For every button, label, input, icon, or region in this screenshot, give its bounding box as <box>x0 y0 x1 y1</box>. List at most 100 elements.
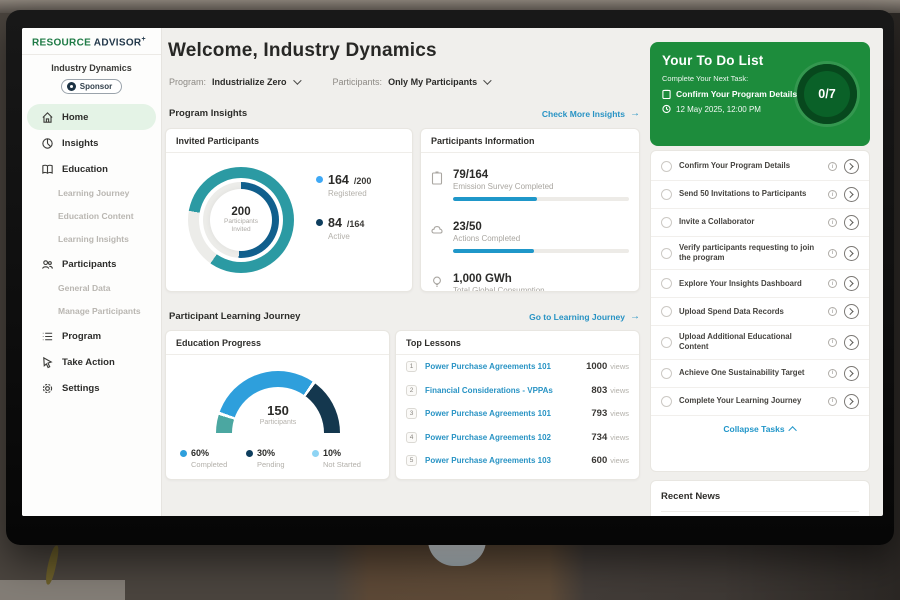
page-title: Welcome, Industry Dynamics <box>168 40 437 62</box>
clipboard-icon <box>431 171 443 185</box>
education-progress-card: Education Progress 150 Participants 60% … <box>165 330 390 480</box>
info-icon[interactable] <box>828 307 837 316</box>
task-checkbox[interactable] <box>661 396 672 407</box>
task-row[interactable]: Achieve One Sustainability Target <box>651 360 869 388</box>
active-ring: 200 Participants Invited <box>203 182 279 258</box>
actions-row: 23/50 Actions Completed <box>431 221 629 253</box>
legend-not-started: 10% Not Started <box>312 448 378 469</box>
program-filter[interactable]: Program: Industrialize Zero <box>169 77 299 87</box>
sidebar-item-education-content[interactable]: Education Content <box>22 205 161 228</box>
lesson-row: 2 Financial Considerations - VPPAs 803 v… <box>396 379 639 403</box>
lesson-link[interactable]: Power Purchase Agreements 101 <box>425 409 591 418</box>
chevron-right-icon[interactable] <box>844 394 859 409</box>
app-logo[interactable]: RESOURCE ADVISOR+ <box>22 28 161 55</box>
sponsor-badge: Sponsor <box>61 79 122 94</box>
legend-pending: 30% Pending <box>246 448 312 469</box>
survey-progress-bar <box>453 197 629 201</box>
chevron-right-icon[interactable] <box>844 304 859 319</box>
sidebar-item-learning-insights[interactable]: Learning Insights <box>22 228 161 251</box>
active-dot <box>316 219 323 226</box>
task-row[interactable]: Upload Spend Data Records <box>651 298 869 326</box>
sidebar-item-home[interactable]: Home <box>27 104 156 130</box>
consumption-row: 1,000 GWh Total Global Consumption <box>431 273 629 292</box>
chevron-right-icon[interactable] <box>844 215 859 230</box>
task-checkbox[interactable] <box>661 161 672 172</box>
card-title: Invited Participants <box>166 129 412 153</box>
info-icon[interactable] <box>828 279 837 288</box>
lesson-link[interactable]: Power Purchase Agreements 103 <box>425 456 591 465</box>
sidebar-item-manage-participants[interactable]: Manage Participants <box>22 300 161 323</box>
info-icon[interactable] <box>828 338 837 347</box>
cloud-icon <box>431 223 443 237</box>
chevron-right-icon[interactable] <box>844 246 859 261</box>
sidebar-item-take-action[interactable]: Take Action <box>27 349 156 375</box>
lesson-link[interactable]: Power Purchase Agreements 102 <box>425 433 591 442</box>
bulb-icon <box>431 275 443 289</box>
participants-filter[interactable]: Participants: Only My Participants <box>333 77 490 87</box>
invited-donut-chart: 200 Participants Invited <box>188 167 294 273</box>
chevron-right-icon[interactable] <box>844 276 859 291</box>
lesson-row: 3 Power Purchase Agreements 101 793 view… <box>396 402 639 426</box>
divider <box>661 511 859 512</box>
info-icon[interactable] <box>828 218 837 227</box>
check-more-insights-link[interactable]: Check More Insights <box>542 108 640 119</box>
task-checkbox[interactable] <box>661 306 672 317</box>
lesson-link[interactable]: Financial Considerations - VPPAs <box>425 386 591 395</box>
chevron-right-icon[interactable] <box>844 187 859 202</box>
sidebar-item-education[interactable]: Education <box>27 156 156 182</box>
insights-icon <box>41 137 54 150</box>
info-icon[interactable] <box>828 190 837 199</box>
not-started-dot <box>312 450 319 457</box>
program-insights-header: Program Insights Check More Insights <box>169 108 640 119</box>
legend-active: 84 /164 Active <box>316 216 371 241</box>
collapse-tasks-link[interactable]: Collapse Tasks <box>651 416 869 442</box>
gauge-legend: 60% Completed 30% Pending 10% Not Starte… <box>180 448 378 469</box>
task-checkbox[interactable] <box>661 337 672 348</box>
task-row[interactable]: Complete Your Learning Journey <box>651 388 869 416</box>
sidebar-item-program[interactable]: Program <box>27 323 156 349</box>
task-checkbox[interactable] <box>661 248 672 259</box>
invited-participants-card: Invited Participants 200 Participants In… <box>165 128 413 292</box>
task-checkbox[interactable] <box>661 278 672 289</box>
monitor-bezel: RESOURCE ADVISOR+ Industry Dynamics Spon… <box>6 10 894 545</box>
sidebar-item-insights[interactable]: Insights <box>27 130 156 156</box>
info-icon[interactable] <box>828 249 837 258</box>
task-row[interactable]: Explore Your Insights Dashboard <box>651 270 869 298</box>
task-row[interactable]: Upload Additional Educational Content <box>651 326 869 359</box>
task-checkbox[interactable] <box>661 189 672 200</box>
sidebar-item-settings[interactable]: Settings <box>27 375 156 401</box>
sidebar: RESOURCE ADVISOR+ Industry Dynamics Spon… <box>22 28 162 516</box>
task-row[interactable]: Invite a Collaborator <box>651 209 869 237</box>
sidebar-item-general-data[interactable]: General Data <box>22 277 161 300</box>
chevron-right-icon[interactable] <box>844 335 859 350</box>
sidebar-item-participants[interactable]: Participants <box>27 251 156 277</box>
survey-row: 79/164 Emission Survey Completed <box>431 169 629 201</box>
chevron-down-icon <box>293 76 301 84</box>
invited-count: 200 <box>231 206 250 218</box>
go-to-learning-journey-link[interactable]: Go to Learning Journey <box>529 311 640 322</box>
gauge-center-label: 150 Participants <box>216 403 340 426</box>
task-row[interactable]: Verify participants requesting to join t… <box>651 237 869 270</box>
chevron-right-icon[interactable] <box>844 366 859 381</box>
lesson-row: 4 Power Purchase Agreements 102 734 view… <box>396 426 639 450</box>
todo-tasks-card: Confirm Your Program Details Send 50 Inv… <box>650 150 870 472</box>
gear-icon <box>41 382 54 395</box>
info-icon[interactable] <box>828 369 837 378</box>
sidebar-nav: Home Insights Education Learning Journey… <box>22 104 161 401</box>
clock-icon <box>662 104 671 114</box>
lesson-link[interactable]: Power Purchase Agreements 101 <box>425 362 586 371</box>
task-checkbox[interactable] <box>661 368 672 379</box>
actions-progress-bar <box>453 249 629 253</box>
info-icon[interactable] <box>828 162 837 171</box>
info-icon[interactable] <box>828 397 837 406</box>
completed-dot <box>180 450 187 457</box>
chevron-right-icon[interactable] <box>844 159 859 174</box>
task-checkbox[interactable] <box>661 217 672 228</box>
task-row[interactable]: Send 50 Invitations to Participants <box>651 181 869 209</box>
list-icon <box>41 330 54 343</box>
sidebar-item-learning-journey[interactable]: Learning Journey <box>22 182 161 205</box>
dashboard-screen: RESOURCE ADVISOR+ Industry Dynamics Spon… <box>22 28 883 516</box>
task-row[interactable]: Confirm Your Program Details <box>651 153 869 181</box>
scene: RESOURCE ADVISOR+ Industry Dynamics Spon… <box>0 0 900 600</box>
pending-dot <box>246 450 253 457</box>
